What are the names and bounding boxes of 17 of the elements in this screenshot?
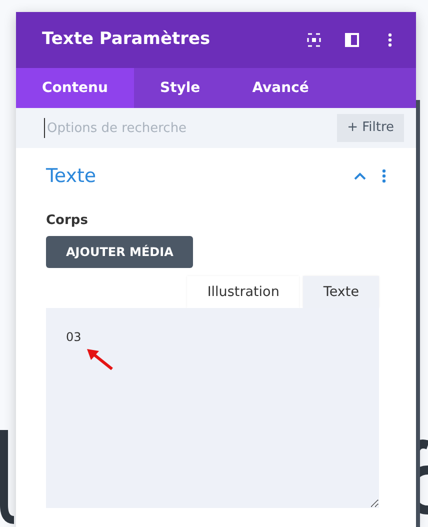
tab[interactable]: Avancé — [226, 68, 335, 108]
sidebar-layout-icon[interactable] — [344, 32, 360, 48]
field-label: Corps — [46, 212, 89, 230]
filter-button[interactable]: + Filtre — [337, 114, 404, 142]
tab[interactable]: Style — [134, 68, 226, 108]
modal-title: Texte Paramètres — [42, 28, 210, 52]
section-title: Texte — [46, 164, 96, 189]
chevron-up-icon[interactable] — [354, 172, 366, 180]
editor-tab[interactable]: Illustration — [187, 276, 300, 308]
text-editor-field[interactable]: 03 — [46, 308, 379, 508]
expand-icon[interactable] — [306, 32, 322, 48]
arrow-annotation-icon — [86, 349, 114, 372]
search-field[interactable]: Options de recherche — [16, 108, 338, 148]
tab[interactable]: Contenu — [16, 68, 134, 108]
add-media-button[interactable]: AJOUTER MÉDIA — [46, 236, 194, 268]
more-icon[interactable] — [382, 169, 386, 184]
editor-tab[interactable]: Texte — [303, 276, 379, 308]
